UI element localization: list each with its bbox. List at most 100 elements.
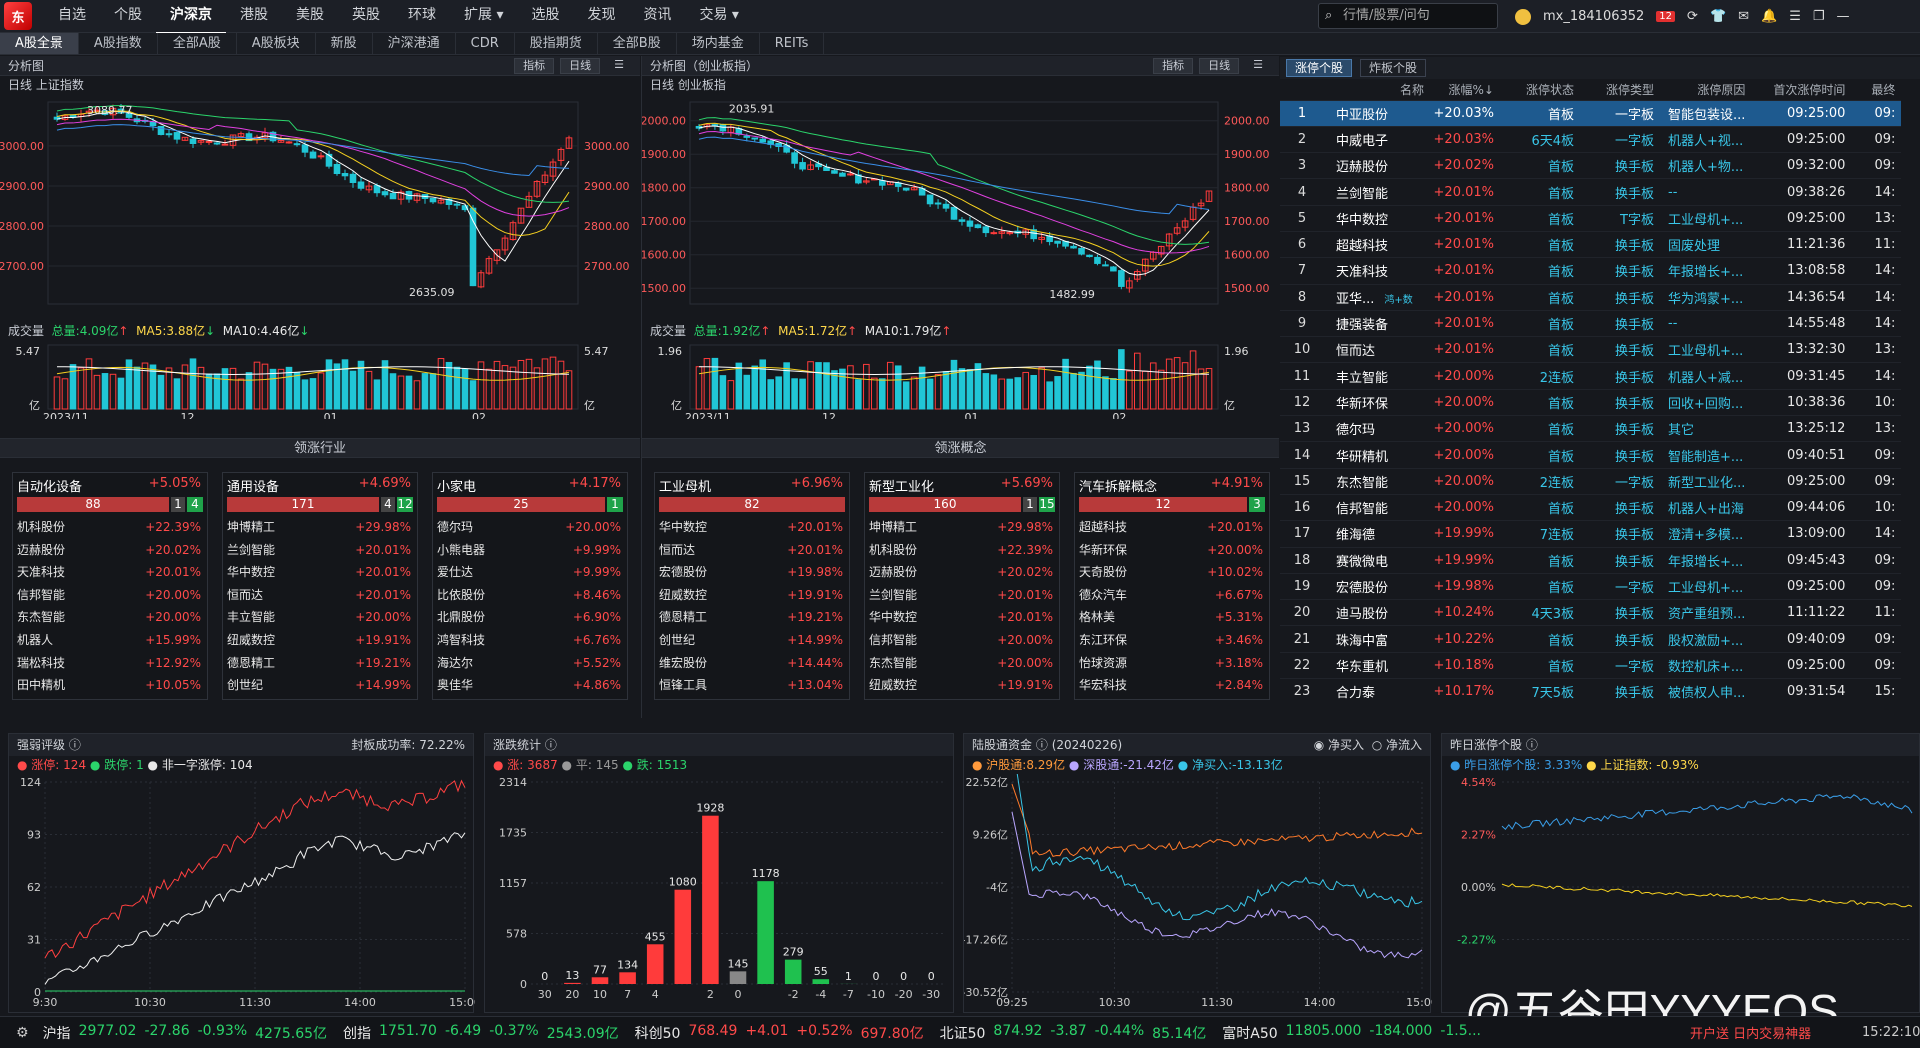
table-row[interactable]: 19 宏德股份 +19.98% 首板 一字板 工业母机+... 09:25:00 09: [1280, 572, 1902, 600]
nav-item[interactable]: 环球 [394, 0, 450, 34]
col-header[interactable]: 涨停原因 [1660, 79, 1751, 100]
sector-stock-row[interactable]: 丰立智能 +20.00% [223, 606, 417, 629]
table-row[interactable]: 5 华中数控 +20.01% 首板 T字板 工业母机+... 09:25:00 13: [1280, 204, 1902, 232]
table-row[interactable]: 13 德尔玛 +20.00% 首板 换手板 其它 13:25:12 13: [1280, 415, 1902, 442]
sector-stock-row[interactable]: 宏德股份 +19.98% [655, 561, 849, 584]
sector-stock-row[interactable]: 爱仕达 +9.99% [433, 561, 627, 584]
col-header[interactable]: 名称 [1330, 79, 1430, 100]
info-icon[interactable]: ⓘ [1036, 738, 1048, 752]
nav-item[interactable]: 个股 [100, 0, 156, 34]
sector-stock-row[interactable]: 北巴传媒 +2.67% [1075, 697, 1269, 699]
sector-stock-row[interactable]: 坤博精工 +29.98% [223, 516, 417, 539]
bar[interactable] [784, 959, 802, 984]
tab-broken-limit[interactable]: 炸板个股 [1360, 59, 1427, 77]
sector-stock-row[interactable]: 恒锋工具 +13.04% [655, 674, 849, 697]
table-row[interactable]: 16 信邦智能 +20.00% 首板 换手板 机器人+出海 09:44:06 10: [1280, 493, 1902, 521]
sector-stock-row[interactable]: 纽威数控 +19.91% [223, 629, 417, 652]
sector-stock-row[interactable]: 迈赫股份 +20.02% [865, 561, 1059, 584]
sector-card[interactable]: 通用设备 +4.69% 171 4 12 坤博精工 +29.98% 兰剑智能 +20.01% 华中… [222, 472, 418, 700]
index-ticker[interactable]: 科创50 768.49 +4.01 +0.52% 697.80亿 [635, 1023, 924, 1043]
sector-stock-row[interactable]: 奥佳华 +4.86% [433, 674, 627, 697]
period-select[interactable]: 日线 [1199, 58, 1240, 74]
nav-item[interactable]: 发现 [573, 0, 629, 34]
sector-stock-row[interactable]: 机科股份 +22.39% [865, 539, 1059, 562]
market-tab[interactable]: 沪深港通 [373, 33, 456, 54]
sector-card[interactable]: 小家电 +4.17% 25 1 德尔玛 +20.00% 小熊电器 +9.99% 爱仕达 +9.99… [432, 472, 628, 700]
promo-link[interactable]: 开户送 日内交易神器 [1690, 1023, 1811, 1042]
table-row[interactable]: 1 中亚股份 +20.03% 首板 一字板 智能包装设... 09:25:00 09: [1280, 99, 1902, 127]
updown-bar-chart[interactable]: 2314173511575780030132077101347455410801… [485, 774, 955, 1010]
bar[interactable] [591, 977, 609, 984]
col-header[interactable]: 涨幅%↓ [1430, 79, 1500, 100]
sector-card[interactable]: 汽车拆解概念 +4.91% 12 3 超越科技 +20.01% 华新环保 +20.00% 天奇股… [1074, 472, 1270, 700]
sector-stock-row[interactable]: 创世纪 +14.99% [223, 674, 417, 697]
bar[interactable] [674, 889, 692, 984]
table-row[interactable]: 10 恒而达 +20.01% 首板 换手板 工业母机+... 13:32:30 13: [1280, 336, 1902, 363]
sector-stock-row[interactable]: 东江环保 +3.46% [1075, 629, 1269, 652]
table-row[interactable]: 9 捷强装备 +20.01% 首板 换手板 -- 14:55:48 14: [1280, 309, 1902, 337]
market-tab[interactable]: 新股 [316, 33, 373, 54]
market-tab[interactable]: CDR [456, 33, 515, 54]
sector-stock-row[interactable]: 惠博普 +10.00% [13, 697, 207, 699]
strength-chart[interactable]: 12493623109:3010:3011:3014:0015:00 [9, 774, 481, 1010]
sector-stock-row[interactable]: 格林美 +5.31% [1075, 606, 1269, 629]
sector-stock-row[interactable]: 恒而达 +20.01% [223, 584, 417, 607]
index-ticker[interactable]: 北证50 874.92 -3.87 -0.44% 85.14亿 [940, 1023, 1207, 1043]
username[interactable]: mx_184106352 [1543, 9, 1644, 24]
nav-item[interactable]: 沪深京 [156, 0, 226, 34]
sector-stock-row[interactable]: 华中数控 +20.01% [223, 561, 417, 584]
table-row[interactable]: 18 赛微微电 +19.99% 首板 换手板 年报增长+... 09:45:43 09: [1280, 546, 1902, 574]
market-tab[interactable]: 全部A股 [158, 33, 237, 54]
table-row[interactable]: 21 珠海中富 +10.22% 首板 换手板 股权激励+... 09:40:09 09: [1280, 625, 1902, 653]
period-select[interactable]: 日线 [560, 58, 601, 74]
table-row[interactable]: 17 维海德 +19.99% 7连板 换手板 澄清+多模... 13:09:00 14: [1280, 520, 1902, 548]
col-header[interactable]: 涨停状态 [1500, 79, 1580, 100]
sector-card[interactable]: 自动化设备 +5.05% 88 1 4 机科股份 +22.39% 迈赫股份 +20.02% 天准科… [12, 472, 208, 700]
shirt-icon[interactable]: 👕 [1710, 9, 1726, 24]
bar[interactable] [729, 971, 747, 984]
sector-stock-row[interactable]: 恒锋工具 +13.04% [223, 697, 417, 699]
sector-stock-row[interactable]: 兰剑智能 +20.01% [223, 539, 417, 562]
sector-stock-row[interactable]: 华中数控 +20.01% [865, 606, 1059, 629]
info-icon[interactable]: ⓘ [69, 738, 81, 752]
sector-card[interactable]: 新型工业化 +5.69% 160 1 15 坤博精工 +29.98% 机科股份 +22.39% 迈… [864, 472, 1060, 700]
table-row[interactable]: 7 天准科技 +20.01% 首板 换手板 年报增长+... 13:08:58 14: [1280, 257, 1902, 285]
sector-stock-row[interactable]: 北鼎股份 +6.90% [433, 606, 627, 629]
table-row[interactable]: 8 亚华... 鸿+数 +20.01% 首板 换手板 华为鸿蒙+... 14:36:54 14: [1280, 283, 1902, 311]
sector-stock-row[interactable]: 超越科技 +20.01% [1075, 516, 1269, 539]
nav-item[interactable]: 美股 [282, 0, 338, 34]
candlestick-chart[interactable]: 3000.00 3000.00 2900.00 2900.00 2800.00 2800.… [0, 94, 640, 319]
northbound-chart[interactable]: 22.52亿9.26亿-4亿-17.26亿-30.52亿09:25 10:30 11… [962, 739, 1438, 1010]
refresh-icon[interactable]: ⟳ [1687, 9, 1698, 24]
table-row[interactable]: 23 合力泰 +10.17% 7天5板 换手板 被债权人申... 09:31:54 15: [1280, 678, 1902, 705]
index-ticker[interactable]: 沪指 2977.02 -27.86 -0.93% 4275.65亿 [43, 1023, 327, 1043]
sector-stock-row[interactable]: 维宏股份 +14.44% [655, 652, 849, 675]
sector-stock-row[interactable]: 富佳股份 +4.77% [433, 697, 627, 699]
mail-icon[interactable]: ✉ [1738, 9, 1749, 24]
radio-net-inflow[interactable]: ○ 净流入 [1372, 738, 1422, 752]
sector-stock-row[interactable]: 天准科技 +20.01% [13, 561, 207, 584]
col-header[interactable] [1280, 79, 1330, 100]
bar[interactable] [702, 815, 719, 984]
table-row[interactable]: 3 迈赫股份 +20.02% 首板 换手板 机器人+物... 09:32:00 09: [1280, 152, 1902, 179]
bar[interactable] [757, 881, 774, 984]
sector-stock-row[interactable]: 迈赫股份 +20.02% [13, 539, 207, 562]
sector-stock-row[interactable]: 瑞松科技 +12.92% [13, 652, 207, 675]
volume-chart[interactable]: 1.96 1.96亿 亿2023/11 12 01 02 [642, 339, 1280, 424]
table-row[interactable]: 12 华新环保 +20.00% 首板 换手板 回收+回购... 10:38:36 10: [1280, 388, 1902, 416]
tab-limit-up[interactable]: 涨停个股 [1286, 59, 1353, 77]
market-tab[interactable]: A股指数 [79, 33, 158, 54]
col-header[interactable]: 涨停类型 [1580, 79, 1660, 100]
sector-stock-row[interactable]: 机科股份 +22.39% [13, 516, 207, 539]
radio-net-buy[interactable]: ◉ 净买入 [1314, 738, 1364, 752]
minimize-icon[interactable]: — [1837, 9, 1850, 24]
sector-stock-row[interactable]: 坤博精工 +29.98% [865, 516, 1059, 539]
sector-stock-row[interactable]: 怡球资源 +3.18% [1075, 652, 1269, 675]
sector-stock-row[interactable]: 比依股份 +8.46% [433, 584, 627, 607]
bar[interactable] [812, 979, 830, 984]
sector-stock-row[interactable]: 东杰智能 +20.00% [865, 652, 1059, 675]
sector-stock-row[interactable]: 德众汽车 +6.67% [1075, 584, 1269, 607]
sector-stock-row[interactable]: 田中精机 +10.05% [13, 674, 207, 697]
sector-stock-row[interactable]: 华中数控 +20.01% [655, 516, 849, 539]
menu-icon[interactable]: ☰ [1789, 9, 1801, 24]
